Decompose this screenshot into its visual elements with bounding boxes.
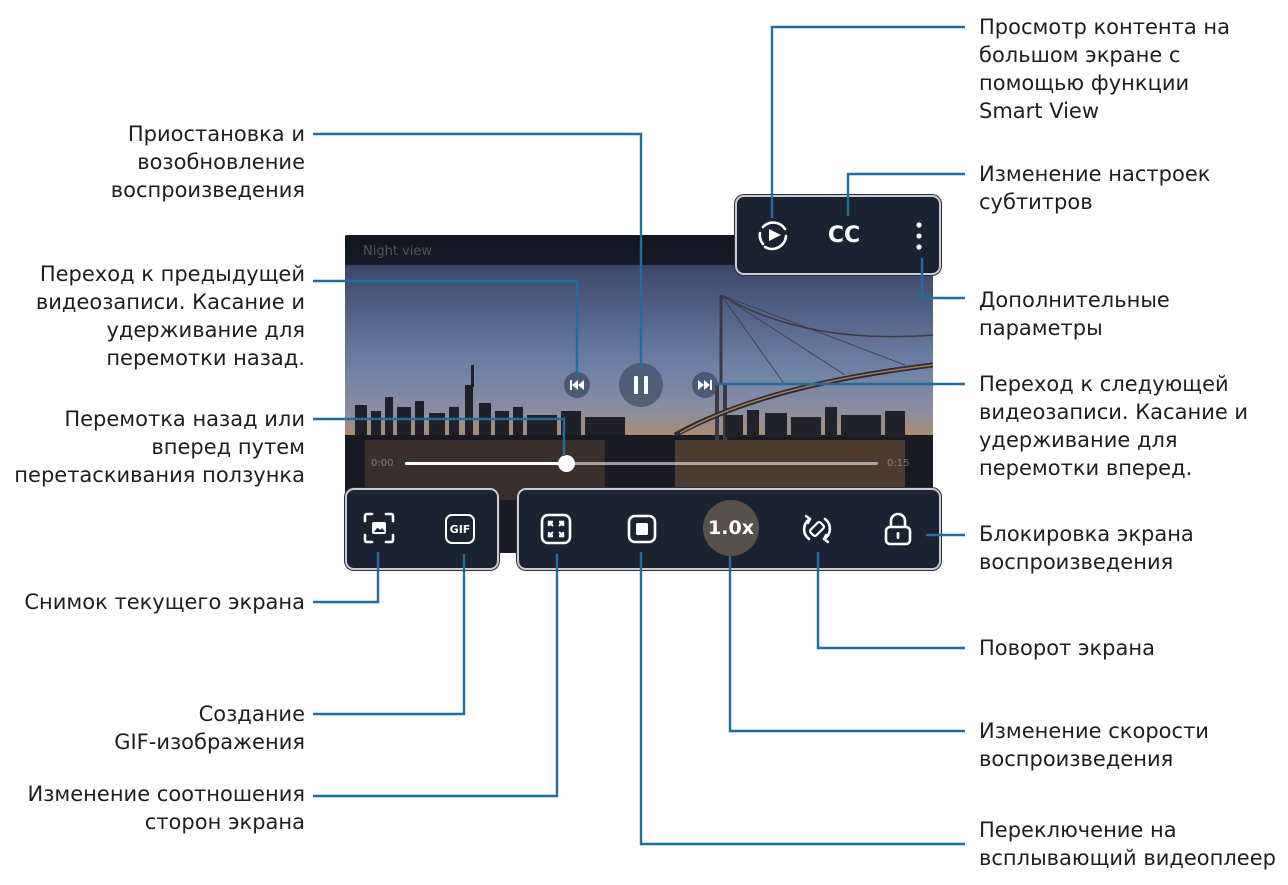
rotate-screen-button[interactable]: [799, 511, 835, 547]
gif-button[interactable]: GIF: [443, 512, 477, 546]
label-pause-resume: Приостановка и возобновление воспроизвед…: [110, 122, 305, 202]
label-aspect-ratio: Изменение соотношения сторон экрана: [27, 782, 305, 834]
smart-view-icon: [758, 221, 788, 251]
total-time: 0:15: [887, 458, 910, 469]
playback-speed-button[interactable]: 1.0x: [703, 500, 759, 556]
seek-slider-thumb[interactable]: [557, 455, 575, 472]
more-options-button[interactable]: [909, 217, 929, 255]
more-options-icon: [916, 222, 922, 250]
popup-player-icon: [627, 514, 657, 544]
seek-bar[interactable]: [405, 462, 878, 465]
current-time: 0:00: [371, 458, 394, 469]
next-video-icon: [698, 380, 712, 390]
label-subtitles: Изменение настроек субтитров: [979, 162, 1211, 214]
label-next-video: Переход к следующей видеозаписи. Касание…: [979, 372, 1249, 480]
lock-screen-button[interactable]: [881, 510, 915, 548]
leader-aspect: [313, 554, 559, 798]
seek-progress: [405, 462, 566, 465]
label-rotate: Поворот экрана: [979, 636, 1155, 660]
label-seek: Перемотка назад или вперед путем перетас…: [14, 407, 305, 487]
aspect-ratio-button[interactable]: [539, 512, 573, 546]
popup-player-button[interactable]: [625, 512, 659, 546]
label-popup-player: Переключение на всплывающий видеоплеер: [979, 818, 1276, 870]
rotate-screen-icon: [802, 514, 832, 544]
smart-view-button[interactable]: [755, 217, 791, 253]
leader-speed: [728, 556, 965, 733]
previous-video-button[interactable]: [564, 372, 590, 398]
label-capture: Снимок текущего экрана: [24, 590, 305, 614]
label-speed: Изменение скорости воспроизведения: [979, 719, 1209, 771]
pause-icon: [634, 376, 648, 394]
lock-icon: [884, 512, 912, 546]
label-lock: Блокировка экрана воспроизведения: [979, 522, 1194, 574]
capture-panel: GIF: [345, 488, 499, 570]
leader-gif: [313, 554, 466, 716]
aspect-ratio-icon: [540, 513, 572, 545]
label-previous-video: Переход к предыдущей видеозаписи. Касани…: [35, 262, 305, 370]
capture-button[interactable]: [361, 510, 397, 546]
next-video-button[interactable]: [692, 372, 718, 398]
leader-popup: [639, 552, 965, 846]
pause-button[interactable]: [619, 363, 663, 407]
label-more-options: Дополнительные параметры: [979, 288, 1170, 340]
video-title: Night view: [363, 244, 432, 259]
label-gif: Создание GIF-изображения: [114, 702, 305, 754]
playback-options-panel: 1.0x: [517, 488, 941, 570]
capture-icon: [363, 512, 395, 544]
previous-video-icon: [570, 380, 584, 390]
gif-icon: GIF: [445, 514, 475, 544]
leader-smart-view: [770, 25, 965, 218]
top-options-panel: CC: [735, 195, 941, 275]
subtitle-cc-icon[interactable]: CC: [819, 219, 869, 251]
label-smart-view: Просмотр контента на большом экране с по…: [979, 15, 1230, 123]
